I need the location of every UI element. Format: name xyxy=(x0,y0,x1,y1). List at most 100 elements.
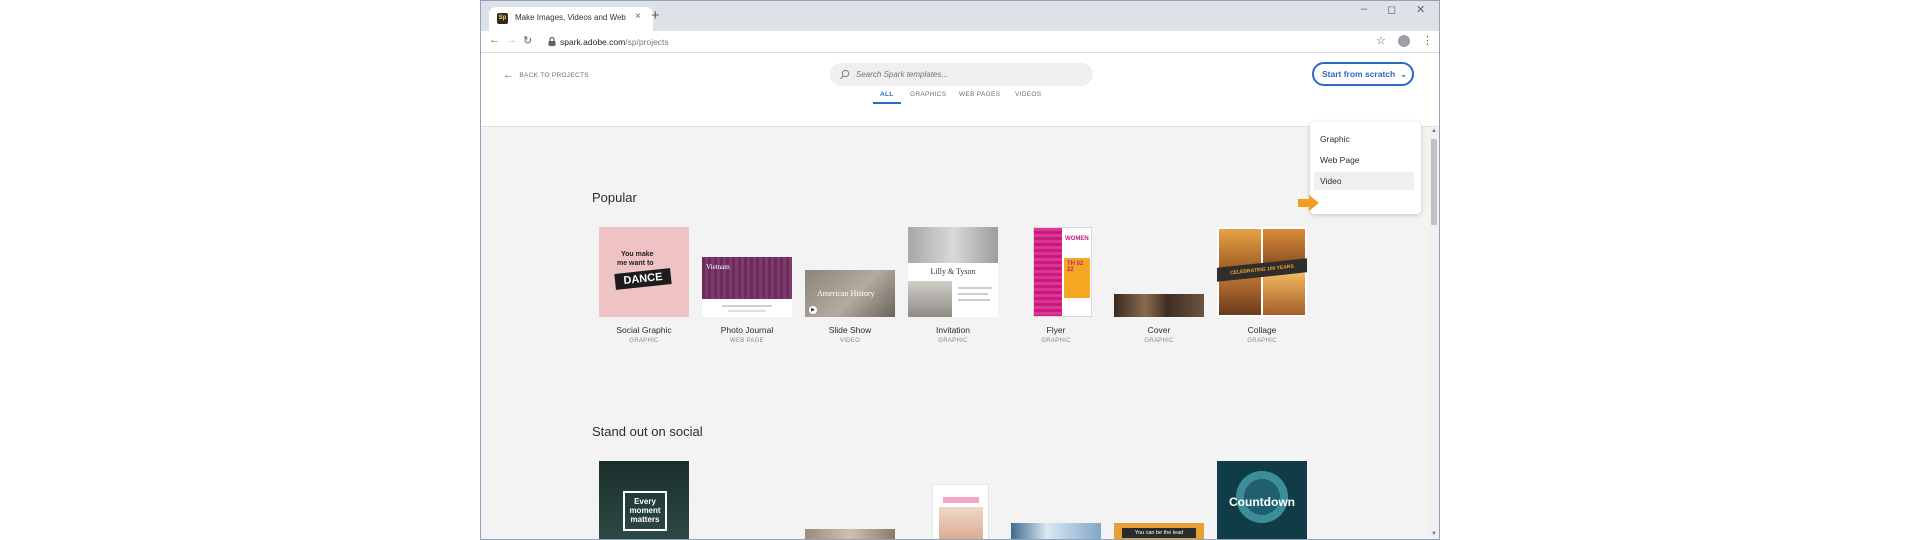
browser-toolbar: ← → ↻ spark.adobe.com/sp/projects ☆ ⋮ xyxy=(481,31,1439,53)
bookmark-star-icon[interactable]: ☆ xyxy=(1376,34,1386,47)
text-line xyxy=(958,299,990,301)
card-type: VIDEO xyxy=(839,338,861,344)
tab-title: Make Images, Videos and Web S xyxy=(515,13,627,22)
start-from-scratch-label: Start from scratch xyxy=(1322,69,1396,79)
text-line xyxy=(728,310,766,312)
social-template-every-moment[interactable]: Every moment matters xyxy=(599,461,689,539)
address-bar[interactable]: spark.adobe.com/sp/projects xyxy=(548,34,1348,50)
minimize-icon[interactable]: – xyxy=(1361,3,1367,15)
filter-tabs: ALL GRAPHICS WEB PAGES VIDEOS xyxy=(481,87,1439,104)
collage-thumbnail: CELEBRATING 100 YEARS xyxy=(1217,227,1307,317)
tab-close-icon[interactable]: × xyxy=(635,11,641,22)
boutique-banner xyxy=(943,497,979,503)
card-label: Invitation xyxy=(935,325,971,335)
thumb-text: DANCE xyxy=(614,268,672,290)
back-icon[interactable]: ← xyxy=(489,34,500,46)
reload-icon[interactable]: ↻ xyxy=(523,34,532,47)
flyer-thumbnail: WOMEN TH 02 22 xyxy=(1033,227,1092,317)
thumb-text: Lilly & Tyson xyxy=(930,267,976,276)
slide-show-thumbnail: American History ▶ xyxy=(805,270,895,317)
page-scrollbar[interactable]: ▲ ▼ xyxy=(1429,127,1439,539)
search-icon xyxy=(840,69,850,80)
thumb-text: Vietnam xyxy=(706,263,730,271)
menu-item-graphic[interactable]: Graphic xyxy=(1310,130,1421,148)
section-title-popular: Popular xyxy=(592,190,637,205)
thumb-text: Countdown xyxy=(1229,495,1295,509)
spark-favicon-icon: Sp xyxy=(497,13,508,24)
card-label: Collage xyxy=(1247,325,1277,335)
back-to-projects-label: BACK TO PROJECTS xyxy=(519,72,589,79)
browser-tab[interactable]: Sp Make Images, Videos and Web S × xyxy=(489,7,653,31)
chevron-down-icon: ⌄ xyxy=(1400,70,1407,79)
card-type: GRAPHIC xyxy=(1247,338,1277,344)
thumb-text: You make xyxy=(621,251,654,258)
tab-all[interactable]: ALL xyxy=(880,91,894,98)
start-from-scratch-button[interactable]: Start from scratch ⌄ xyxy=(1312,62,1414,86)
tab-graphics[interactable]: GRAPHICS xyxy=(910,91,946,98)
card-label: Cover xyxy=(1147,325,1171,335)
template-search[interactable] xyxy=(830,63,1093,86)
scroll-down-icon[interactable]: ▼ xyxy=(1431,531,1437,537)
card-label: Social Graphic xyxy=(616,325,672,335)
url-path: /sp/projects xyxy=(625,37,669,47)
play-icon: ▶ xyxy=(809,306,817,314)
more-menu-icon[interactable]: ⋮ xyxy=(1422,34,1433,47)
scrollbar-thumb[interactable] xyxy=(1431,139,1437,225)
thumb-text: WOMEN xyxy=(1065,236,1089,242)
search-input[interactable] xyxy=(856,67,1076,82)
cover-thumbnail xyxy=(1114,294,1204,317)
invitation-thumbnail: Lilly & Tyson xyxy=(908,227,998,317)
templates-content: Popular You make me want to DANCE Social… xyxy=(481,126,1439,539)
thumb-text: TH 02 22 xyxy=(1064,258,1090,298)
social-template-boutique[interactable] xyxy=(932,484,989,539)
close-window-icon[interactable]: ✕ xyxy=(1416,3,1425,16)
active-tab-indicator xyxy=(873,102,901,104)
start-from-scratch-menu: Graphic Web Page Video xyxy=(1310,122,1421,214)
card-type: GRAPHIC xyxy=(938,338,968,344)
social-template-lead[interactable]: You can be the lead xyxy=(1114,523,1204,539)
tab-videos[interactable]: VIDEOS xyxy=(1015,91,1041,98)
flyer-pattern xyxy=(1034,228,1062,316)
card-type: GRAPHIC xyxy=(1041,338,1071,344)
social-template-countdown[interactable]: Countdown xyxy=(1217,461,1307,539)
url-text: spark.adobe.com/sp/projects xyxy=(560,37,669,47)
invitation-photo-small xyxy=(908,281,952,317)
tab-web-pages[interactable]: WEB PAGES xyxy=(959,91,1000,98)
social-template-sky[interactable] xyxy=(1011,523,1101,539)
profile-avatar-icon[interactable] xyxy=(1398,35,1410,47)
menu-item-video[interactable]: Video xyxy=(1314,172,1414,190)
boutique-photo xyxy=(939,507,983,539)
pointer-arrow-icon xyxy=(1298,195,1319,211)
thumb-text: American History xyxy=(817,289,875,298)
photo-journal-thumbnail: Vietnam xyxy=(702,257,792,317)
card-type: GRAPHIC xyxy=(1144,338,1174,344)
section-title-stand-out-on-social: Stand out on social xyxy=(592,424,703,439)
text-line xyxy=(958,293,988,295)
invitation-photo xyxy=(908,227,998,263)
text-line xyxy=(958,287,992,289)
thumb-text: Every moment matters xyxy=(623,491,667,531)
tab-strip: Sp Make Images, Videos and Web S × + – ◻… xyxy=(481,1,1439,31)
back-arrow-icon: ← xyxy=(503,69,515,81)
card-type: WEB PAGE xyxy=(730,338,764,344)
lock-icon xyxy=(548,37,556,46)
url-domain: spark.adobe.com xyxy=(560,37,626,47)
browser-window: Sp Make Images, Videos and Web S × + – ◻… xyxy=(480,0,1440,540)
card-label: Photo Journal xyxy=(720,325,774,335)
new-tab-button[interactable]: + xyxy=(651,8,660,23)
maximize-icon[interactable]: ◻ xyxy=(1387,3,1396,16)
card-label: Slide Show xyxy=(828,325,872,335)
thumb-text: me want to xyxy=(617,260,654,267)
forward-icon[interactable]: → xyxy=(506,34,517,46)
back-to-projects-link[interactable]: ← BACK TO PROJECTS xyxy=(503,69,589,81)
collage-photo xyxy=(1263,273,1305,315)
card-type: GRAPHIC xyxy=(629,338,659,344)
card-label: Flyer xyxy=(1046,325,1066,335)
thumb-text: You can be the lead xyxy=(1122,528,1196,538)
scroll-up-icon[interactable]: ▲ xyxy=(1431,128,1437,134)
text-line xyxy=(722,305,772,307)
social-template-landscape[interactable] xyxy=(805,529,895,539)
menu-item-web-page[interactable]: Web Page xyxy=(1310,151,1421,169)
spark-page: ← BACK TO PROJECTS Start from scratch ⌄ AL… xyxy=(481,54,1439,539)
social-graphic-thumbnail: You make me want to DANCE xyxy=(599,227,689,317)
